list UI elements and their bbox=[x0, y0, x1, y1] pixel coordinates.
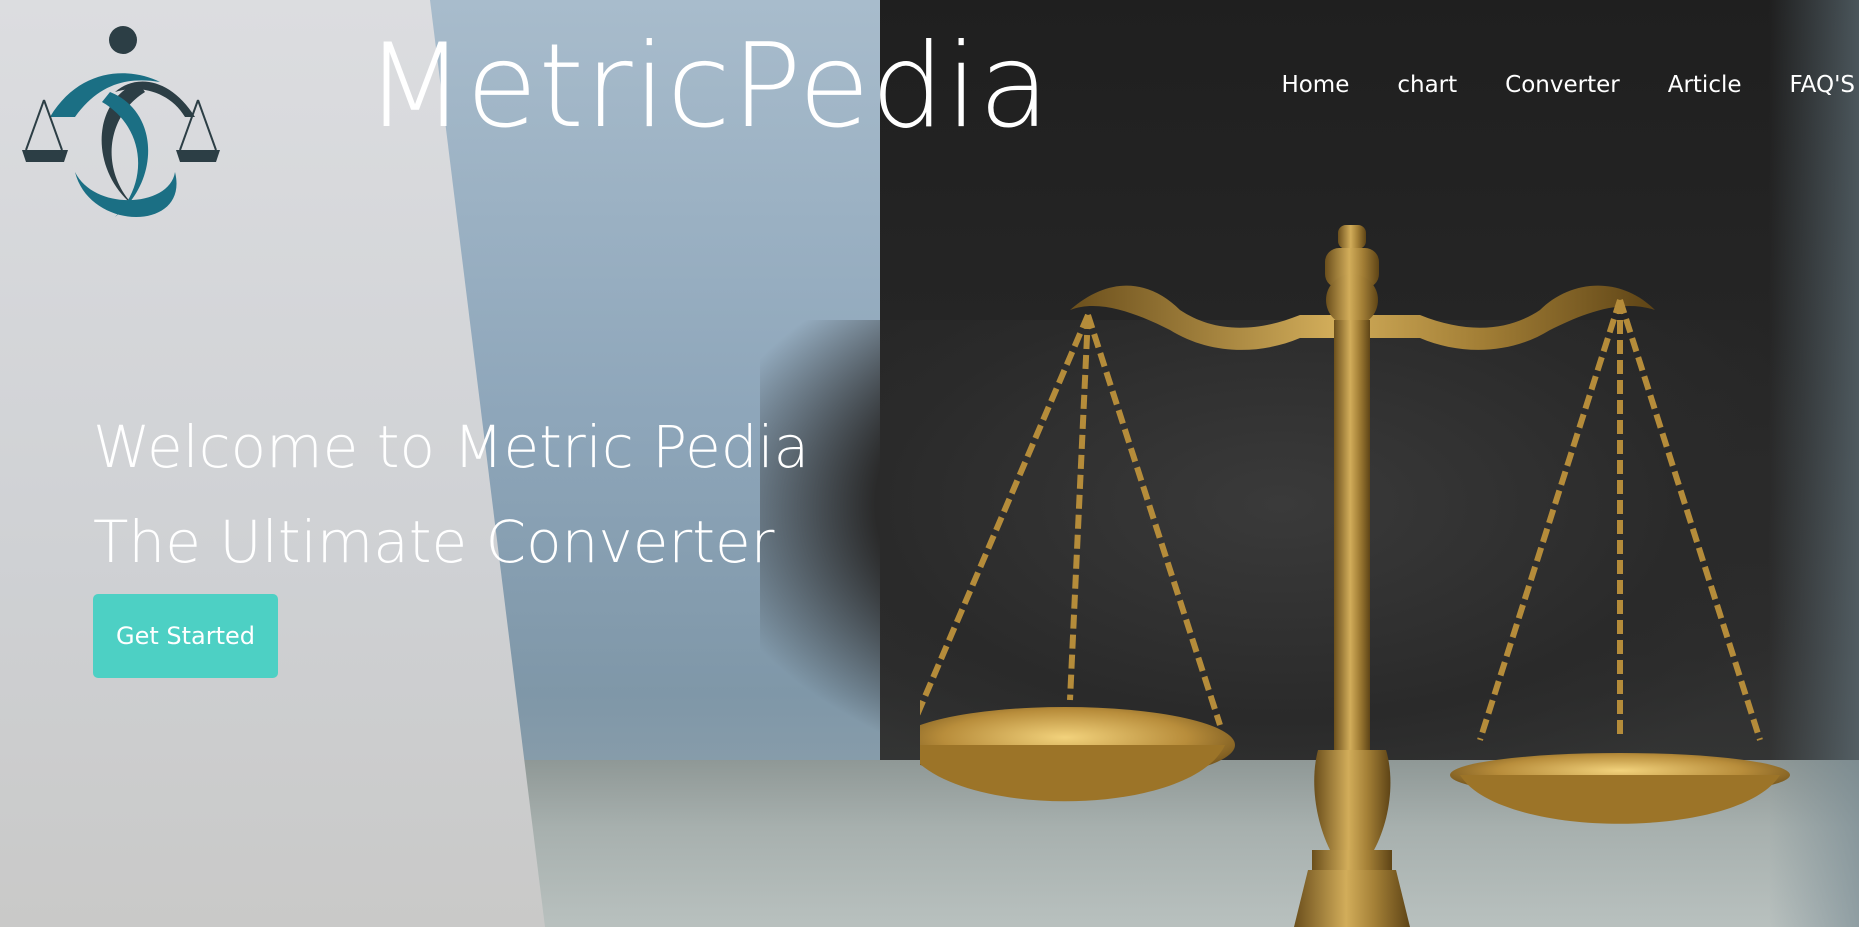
hero-line-tagline: The Ultimate Converter bbox=[93, 508, 775, 576]
hero-section: MetricPedia Home chart Converter Article… bbox=[0, 0, 1859, 927]
brand-title[interactable]: MetricPedia bbox=[365, 22, 1051, 152]
nav-home[interactable]: Home bbox=[1281, 72, 1349, 98]
nav-converter[interactable]: Converter bbox=[1505, 72, 1620, 98]
nav-article[interactable]: Article bbox=[1668, 72, 1742, 98]
main-nav: Home chart Converter Article FAQ'S bbox=[1281, 72, 1855, 98]
brass-scale-image bbox=[920, 225, 1790, 927]
nav-faqs[interactable]: FAQ'S bbox=[1790, 72, 1855, 98]
get-started-button[interactable]: Get Started bbox=[93, 594, 278, 678]
hero-line-welcome: Welcome to Metric Pedia bbox=[93, 413, 810, 481]
justice-scale-figure-icon[interactable] bbox=[20, 22, 220, 227]
nav-chart[interactable]: chart bbox=[1397, 72, 1457, 98]
hero-headline: Welcome to Metric Pedia The Ultimate Con… bbox=[93, 400, 809, 590]
